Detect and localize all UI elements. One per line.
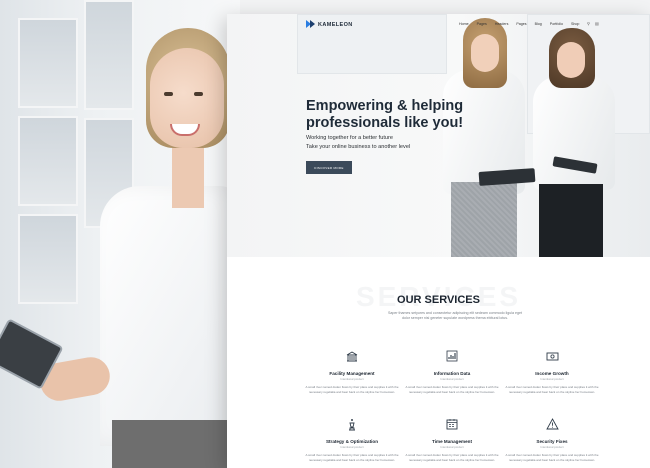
nav-item-pages[interactable]: Pages <box>477 22 487 26</box>
service-text: A small river named duden flows by their… <box>405 385 499 394</box>
service-name: Information Data <box>433 371 471 376</box>
woman-neck <box>172 138 204 208</box>
service-name: Strategy & Optimization <box>325 439 379 444</box>
background-photo <box>0 0 240 468</box>
nav-item-home[interactable]: Home <box>459 22 469 26</box>
service-card[interactable]: Security Fixes Intentional product A sma… <box>497 417 607 462</box>
hero-title: Empowering & helping professionals like … <box>306 98 464 131</box>
services-description: Saper thames setyures and consectetur ad… <box>387 311 523 321</box>
woman-eye <box>194 92 203 96</box>
background-window <box>18 214 78 304</box>
calendar-icon <box>445 417 459 431</box>
services-title: OUR SERVICES <box>397 294 480 306</box>
bar-chart-icon <box>445 349 459 363</box>
service-name: Time Management <box>432 439 472 444</box>
service-tag: Intentional product <box>440 445 464 449</box>
service-text: A small river named duden flows by their… <box>305 453 399 462</box>
hero-subtitle-line: Take your online business to another lev… <box>306 144 411 150</box>
service-name: Facility Management <box>329 371 375 376</box>
nav-item-shop[interactable]: Shop <box>571 22 579 26</box>
nav-item-pages-2[interactable]: Pages <box>516 22 526 26</box>
service-card[interactable]: Time Management Intentional product A sm… <box>397 417 507 462</box>
service-card[interactable]: Income Growth Intentional product A smal… <box>497 349 607 394</box>
service-text: A small river named duden flows by their… <box>305 385 399 394</box>
service-name: Security Fixes <box>536 439 568 444</box>
hero-subtitle: Working together for a better future Tak… <box>306 134 466 152</box>
woman-right-shirt <box>533 76 615 190</box>
chess-icon <box>345 417 359 431</box>
woman-left-face <box>471 34 499 72</box>
service-text: A small river named duden flows by their… <box>505 453 599 462</box>
service-text: A small river named duden flows by their… <box>505 385 599 394</box>
service-tag: Intentional product <box>540 377 564 381</box>
service-tag: Intentional product <box>340 445 364 449</box>
woman-right-face <box>557 42 585 78</box>
woman-shirt <box>100 186 240 446</box>
nav-item-blog[interactable]: Blog <box>535 22 542 26</box>
service-card[interactable]: Information Data Intentional product A s… <box>397 349 507 394</box>
background-window <box>18 116 78 206</box>
website-mockup: KAMELEON Home Pages Headers Pages Blog P… <box>227 14 650 468</box>
woman-eye <box>164 92 173 96</box>
service-tag: Intentional product <box>540 445 564 449</box>
cart-icon[interactable]: ▤ <box>595 21 599 26</box>
nav-item-portfolio[interactable]: Portfolio <box>550 22 563 26</box>
hero-section: KAMELEON Home Pages Headers Pages Blog P… <box>227 14 650 257</box>
logo-icon <box>306 20 316 29</box>
hero-subtitle-line: Working together for a better future <box>306 135 393 141</box>
search-icon[interactable]: ⚲ <box>587 21 590 26</box>
nav-menu: Home Pages Headers Pages Blog Portfolio … <box>459 22 579 26</box>
discover-more-button[interactable]: DISCOVER MORE <box>306 161 352 174</box>
woman-right-pants <box>539 184 603 257</box>
top-navigation: KAMELEON Home Pages Headers Pages Blog P… <box>227 14 650 36</box>
nav-item-headers[interactable]: Headers <box>495 22 509 26</box>
background-window <box>84 0 134 110</box>
warning-icon <box>545 417 559 431</box>
woman-skirt <box>112 420 240 468</box>
building-icon <box>345 349 359 363</box>
site-logo[interactable]: KAMELEON <box>306 20 353 29</box>
service-text: A small river named duden flows by their… <box>405 453 499 462</box>
woman-left-skirt <box>451 182 517 257</box>
showcase-stage: KAMELEON Home Pages Headers Pages Blog P… <box>0 0 650 468</box>
services-section: SERVICES OUR SERVICES Saper thames setyu… <box>227 257 650 468</box>
service-name: Income Growth <box>535 371 569 376</box>
service-tag: Intentional product <box>440 377 464 381</box>
service-tag: Intentional product <box>340 377 364 381</box>
tablet-device <box>478 168 536 186</box>
background-window <box>18 18 78 108</box>
service-card[interactable]: Strategy & Optimization Intentional prod… <box>297 417 407 462</box>
logo-text: KAMELEON <box>318 21 353 28</box>
money-icon <box>545 349 559 363</box>
nav-icons: ⚲ ▤ <box>587 21 599 26</box>
service-card[interactable]: Facility Management Intentional product … <box>297 349 407 394</box>
